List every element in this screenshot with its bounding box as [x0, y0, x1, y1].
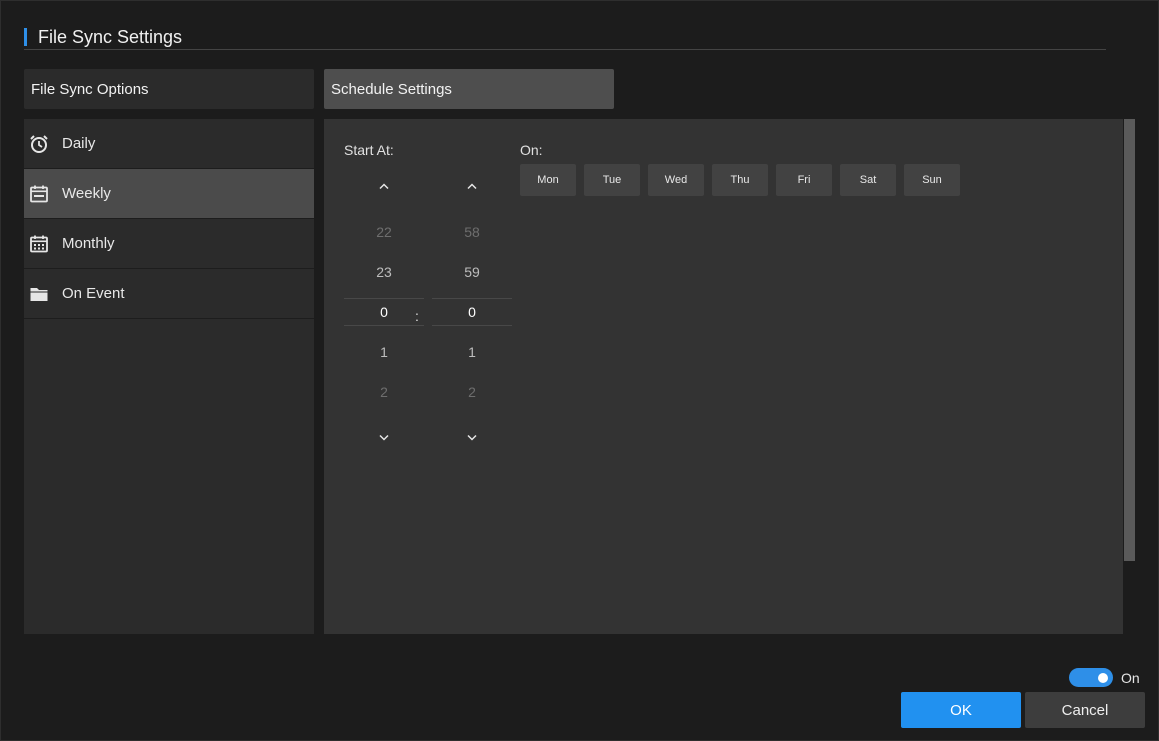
nav-item-on-event[interactable]: On Event — [24, 269, 314, 319]
day-button-sun[interactable]: Sun — [904, 164, 960, 196]
dialog-title: File Sync Settings — [38, 26, 183, 47]
schedule-type-list: Daily Weekly Monthly On Event — [24, 119, 314, 634]
chevron-up-icon — [467, 183, 477, 190]
hour-option[interactable]: 1 — [344, 332, 424, 372]
hour-option[interactable]: 2 — [344, 372, 424, 412]
alarm-clock-icon — [28, 133, 50, 155]
hour-option[interactable]: 22 — [344, 212, 424, 252]
day-button-tue[interactable]: Tue — [584, 164, 640, 196]
minute-spinner[interactable]: 58 59 0 1 2 — [432, 174, 512, 450]
toggle-label: On — [1121, 669, 1140, 686]
nav-item-daily[interactable]: Daily — [24, 119, 314, 169]
day-button-fri[interactable]: Fri — [776, 164, 832, 196]
start-at-label: Start At: — [344, 142, 394, 158]
on-days-label: On: — [520, 142, 543, 158]
minute-up-button[interactable] — [432, 174, 512, 198]
ok-button[interactable]: OK — [901, 692, 1021, 728]
minute-selected-value[interactable]: 0 — [432, 298, 512, 326]
day-button-sat[interactable]: Sat — [840, 164, 896, 196]
scrollbar[interactable] — [1124, 119, 1135, 561]
folder-icon — [28, 283, 50, 305]
time-separator: : — [415, 308, 419, 324]
minute-option[interactable]: 1 — [432, 332, 512, 372]
toggle-knob — [1098, 672, 1108, 683]
hour-spinner[interactable]: 22 23 0 1 2 — [344, 174, 424, 450]
chevron-down-icon — [467, 434, 477, 441]
hour-up-button[interactable] — [344, 174, 424, 198]
calendar-week-icon — [28, 183, 50, 205]
nav-item-weekly[interactable]: Weekly — [24, 169, 314, 219]
minute-option[interactable]: 59 — [432, 252, 512, 292]
schedule-settings-panel: Start At: On: 22 23 0 1 2 : 58 59 0 1 2 … — [324, 119, 1123, 634]
chevron-up-icon — [379, 183, 389, 190]
schedule-toggle-group: On — [1069, 668, 1140, 687]
file-sync-options-header: File Sync Options — [24, 69, 314, 109]
schedule-enable-toggle[interactable] — [1069, 668, 1113, 687]
title-accent-bar — [24, 28, 27, 46]
hour-selected-value[interactable]: 0 — [344, 298, 424, 326]
nav-label-daily: Daily — [62, 135, 96, 152]
hour-down-button[interactable] — [344, 426, 424, 450]
nav-item-monthly[interactable]: Monthly — [24, 219, 314, 269]
schedule-settings-header: Schedule Settings — [324, 69, 614, 109]
title-divider — [24, 49, 1106, 50]
minute-option[interactable]: 2 — [432, 372, 512, 412]
minute-option[interactable]: 58 — [432, 212, 512, 252]
nav-label-on-event: On Event — [62, 285, 125, 302]
calendar-month-icon — [28, 233, 50, 255]
cancel-button[interactable]: Cancel — [1025, 692, 1145, 728]
hour-option[interactable]: 23 — [344, 252, 424, 292]
day-button-thu[interactable]: Thu — [712, 164, 768, 196]
nav-label-monthly: Monthly — [62, 235, 115, 252]
dialog-title-bar: File Sync Settings — [24, 26, 182, 48]
nav-label-weekly: Weekly — [62, 185, 111, 202]
day-button-wed[interactable]: Wed — [648, 164, 704, 196]
weekday-selector: Mon Tue Wed Thu Fri Sat Sun — [520, 164, 960, 196]
chevron-down-icon — [379, 434, 389, 441]
day-button-mon[interactable]: Mon — [520, 164, 576, 196]
minute-down-button[interactable] — [432, 426, 512, 450]
